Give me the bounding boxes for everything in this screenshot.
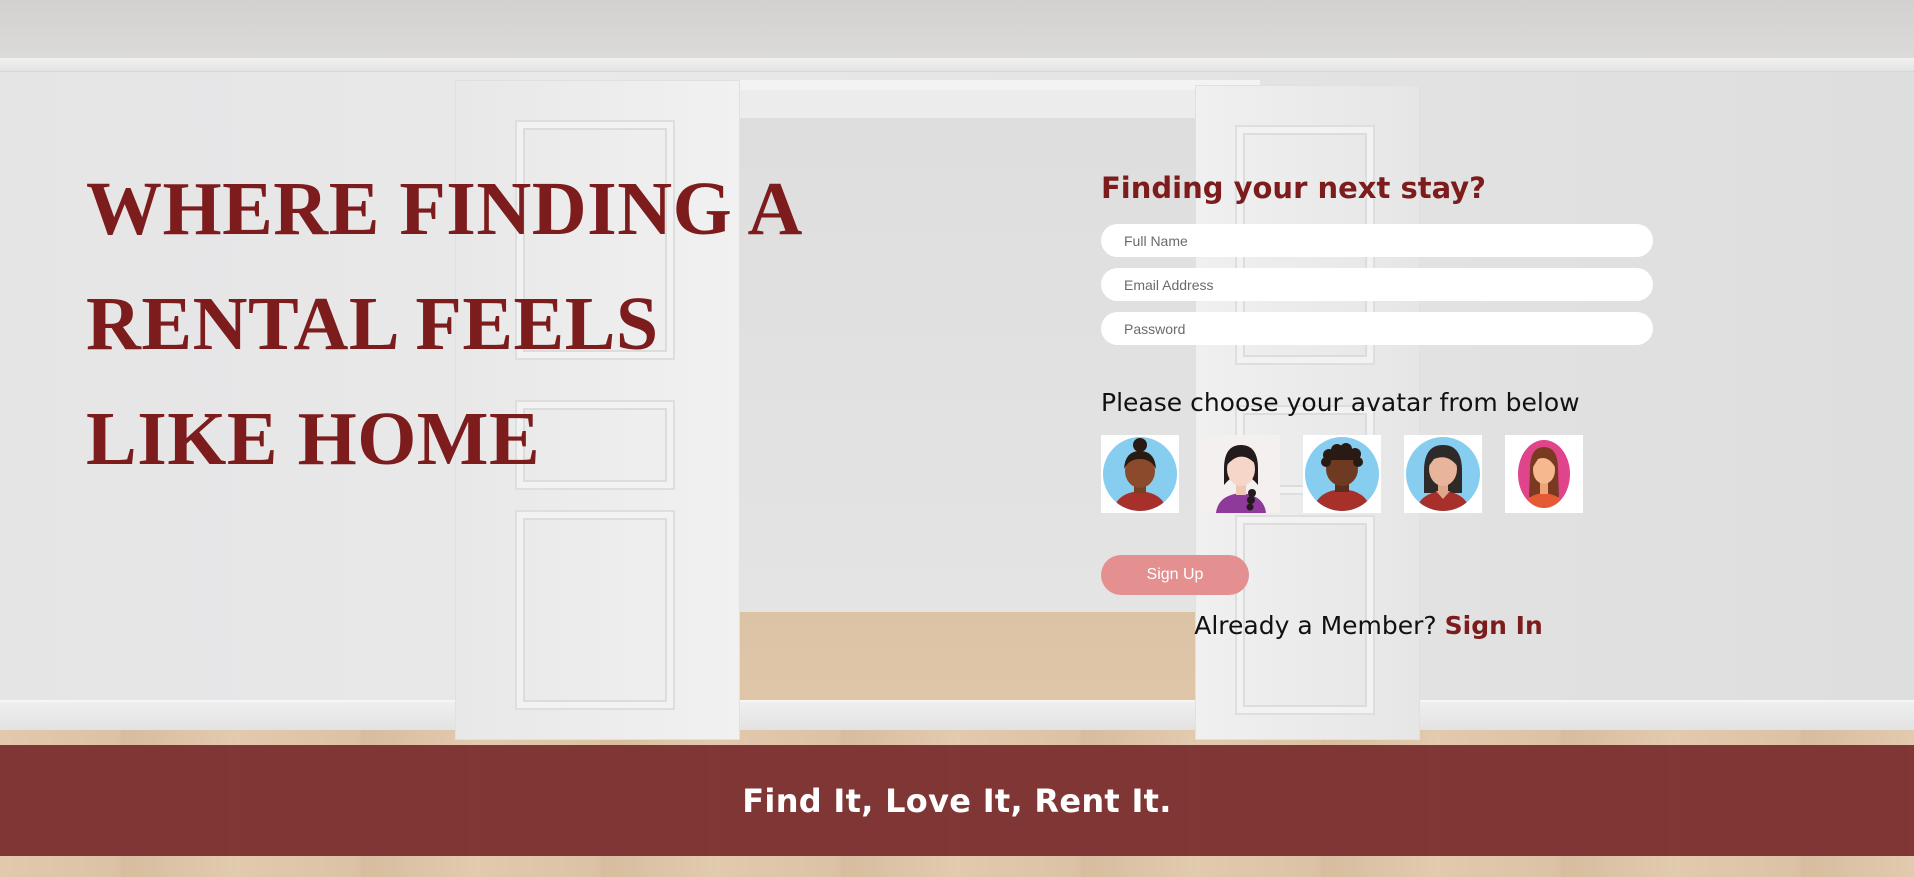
avatar-option-2[interactable]: [1202, 435, 1280, 513]
form-title: Finding your next stay?: [1101, 171, 1486, 205]
tagline-banner: Find It, Love It, Rent It.: [0, 745, 1914, 856]
avatar-woman-straight-icon: [1406, 437, 1480, 511]
headline-line: LIKE HOME: [86, 397, 541, 481]
headline-line: RENTAL FEELS: [86, 282, 659, 366]
crown-molding: [0, 58, 1914, 72]
email-input[interactable]: [1101, 268, 1653, 301]
signup-form: Finding your next stay? Please choose yo…: [1101, 166, 1653, 640]
door-panel: [515, 510, 675, 710]
avatar-picker: [1101, 435, 1653, 513]
avatar-woman-long-hair-icon: [1518, 440, 1570, 508]
ceiling: [0, 0, 1914, 62]
password-input[interactable]: [1101, 312, 1653, 345]
avatar-option-5[interactable]: [1505, 435, 1583, 513]
avatar-heading: Please choose your avatar from below: [1101, 388, 1580, 417]
full-name-input[interactable]: [1101, 224, 1653, 257]
baseboard: [0, 700, 1914, 732]
avatar-woman-bun-icon: [1103, 437, 1177, 511]
signin-prompt: Already a Member? Sign In: [1101, 611, 1636, 640]
avatar-option-1[interactable]: [1101, 435, 1179, 513]
signin-link[interactable]: Sign In: [1445, 611, 1543, 640]
tagline-text: Find It, Love It, Rent It.: [742, 781, 1172, 820]
avatar-option-3[interactable]: [1303, 435, 1381, 513]
avatar-woman-braid-icon: [1202, 435, 1280, 513]
hero-headline: WHERE FINDING A RENTAL FEELS LIKE HOME: [86, 152, 906, 497]
headline-line: WHERE FINDING A: [86, 167, 803, 251]
avatar-option-4[interactable]: [1404, 435, 1482, 513]
avatar-man-curly-icon: [1305, 437, 1379, 511]
member-prompt-text: Already a Member?: [1194, 611, 1437, 640]
signup-button[interactable]: Sign Up: [1101, 555, 1249, 595]
